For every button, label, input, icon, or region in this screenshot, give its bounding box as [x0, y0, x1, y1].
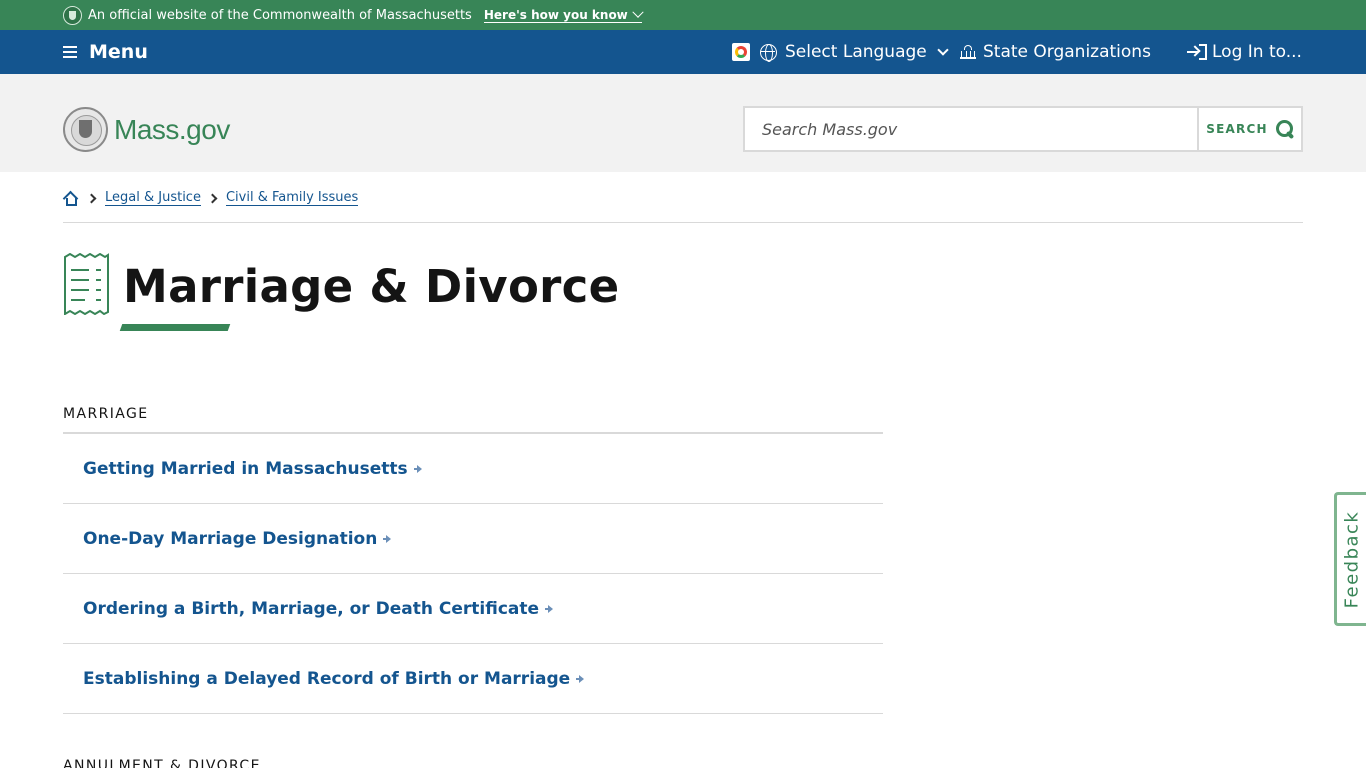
link-label: One-Day Marriage Designation — [83, 528, 378, 549]
seal-icon — [63, 5, 82, 25]
breadcrumb-civil-family-issues[interactable]: Civil & Family Issues — [225, 190, 359, 206]
link-label: Ordering a Birth, Marriage, or Death Cer… — [83, 598, 540, 619]
chevron-down-icon — [937, 43, 949, 56]
log-in-button[interactable]: Log In to... — [1187, 30, 1302, 74]
heres-how-you-know-toggle[interactable]: Here's how you know — [483, 6, 644, 23]
breadcrumb-divider — [63, 222, 1303, 223]
link-label: Getting Married in Massachusetts — [83, 458, 408, 479]
google-icon — [732, 43, 750, 61]
select-language-button[interactable]: Select Language — [732, 30, 949, 74]
utility-nav: Menu Select Language State Organizations… — [0, 30, 1366, 74]
arrow-right-icon — [383, 534, 392, 543]
howto-label: Here's how you know — [483, 7, 628, 22]
breadcrumb: Legal & Justice Civil & Family Issues — [62, 190, 359, 206]
arrow-right-icon — [545, 604, 554, 613]
state-organizations-label: State Organizations — [983, 42, 1151, 62]
title-underline — [119, 324, 231, 331]
search-button[interactable]: SEARCH — [1197, 108, 1301, 150]
arrow-right-icon — [413, 464, 423, 473]
chevron-right-icon — [86, 193, 97, 203]
link-delayed-record[interactable]: Establishing a Delayed Record of Birth o… — [83, 669, 585, 689]
chevron-down-icon — [632, 6, 644, 18]
hamburger-icon — [63, 46, 77, 58]
globe-icon — [760, 43, 777, 62]
home-icon[interactable] — [62, 190, 80, 206]
search-button-label: SEARCH — [1206, 122, 1268, 136]
section-heading-marriage: MARRIAGE — [63, 406, 149, 422]
section-heading-annulment-divorce: ANNULMENT & DIVORCE — [63, 758, 261, 768]
search-form: SEARCH — [743, 106, 1303, 152]
select-language-label: Select Language — [785, 42, 927, 62]
breadcrumb-legal-justice[interactable]: Legal & Justice — [105, 190, 201, 206]
logo-text: Mass.gov — [114, 113, 230, 145]
mass-gov-logo-link[interactable]: Mass.gov — [63, 107, 230, 152]
link-label: Establishing a Delayed Record of Birth o… — [83, 668, 571, 689]
menu-label: Menu — [89, 41, 148, 63]
official-banner-text: An official website of the Commonwealth … — [88, 7, 472, 23]
marriage-link-list: Getting Married in Massachusetts One-Day… — [63, 434, 883, 714]
state-seal-icon — [63, 107, 108, 152]
page-title: Marriage & Divorce — [123, 260, 620, 313]
menu-button[interactable]: Menu — [63, 30, 148, 74]
feedback-button[interactable]: Feedback — [1334, 492, 1366, 626]
official-banner: An official website of the Commonwealth … — [0, 0, 1366, 30]
document-list-icon — [64, 253, 109, 315]
list-item: Ordering a Birth, Marriage, or Death Cer… — [63, 574, 883, 644]
capitol-building-icon — [960, 44, 976, 60]
link-ordering-certificate[interactable]: Ordering a Birth, Marriage, or Death Cer… — [83, 599, 554, 619]
log-in-icon — [1187, 44, 1207, 60]
search-icon — [1275, 120, 1294, 138]
list-item: Getting Married in Massachusetts — [63, 434, 883, 504]
link-one-day-marriage[interactable]: One-Day Marriage Designation — [83, 529, 392, 549]
list-item: Establishing a Delayed Record of Birth o… — [63, 644, 883, 714]
log-in-label: Log In to... — [1212, 42, 1302, 62]
list-item: One-Day Marriage Designation — [63, 504, 883, 574]
arrow-right-icon — [576, 674, 585, 683]
state-organizations-button[interactable]: State Organizations — [960, 30, 1151, 74]
site-header: Mass.gov SEARCH — [0, 74, 1366, 172]
feedback-label: Feedback — [1341, 510, 1363, 608]
search-input[interactable] — [745, 108, 1197, 150]
chevron-right-icon — [207, 193, 218, 203]
link-getting-married[interactable]: Getting Married in Massachusetts — [83, 459, 423, 479]
